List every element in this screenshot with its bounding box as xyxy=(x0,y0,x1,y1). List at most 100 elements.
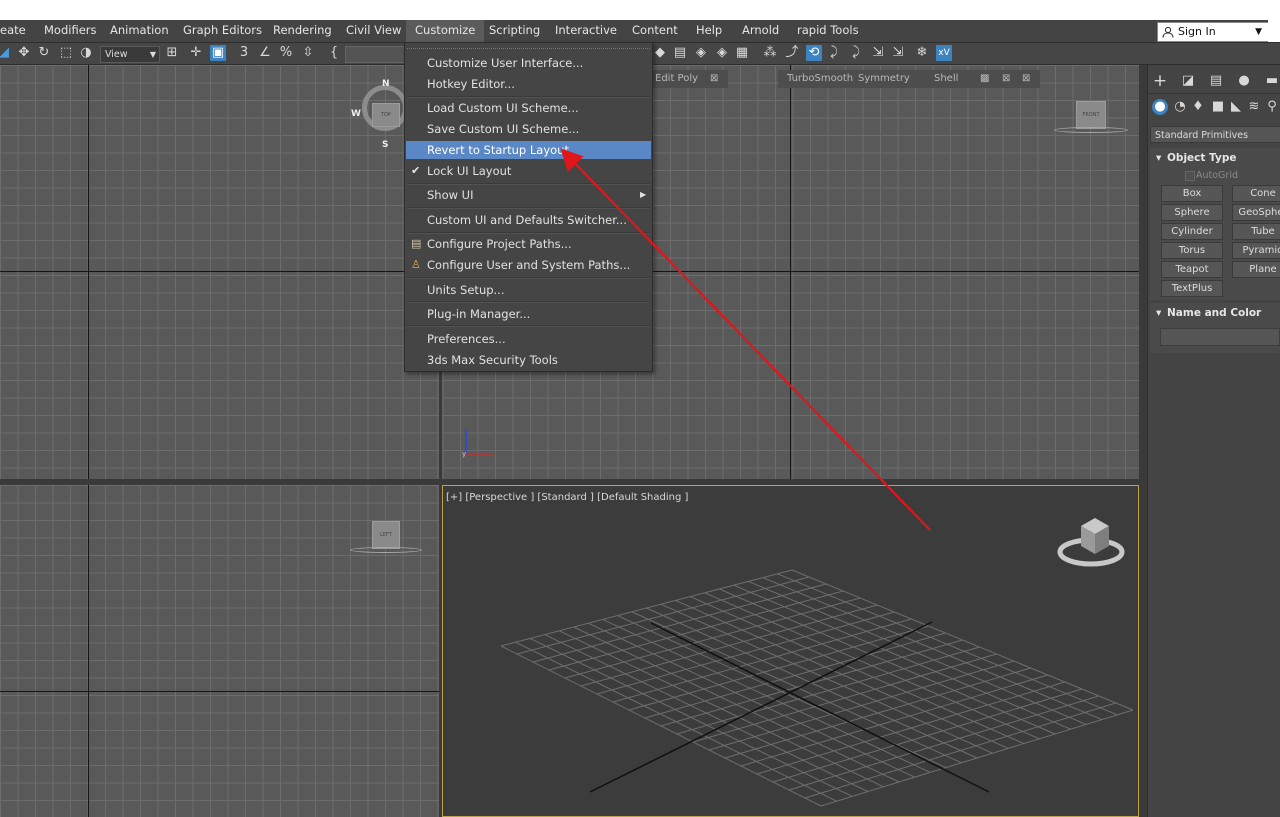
pivot-center-icon[interactable]: ⊞ xyxy=(164,45,180,61)
select-icon[interactable]: ◢ xyxy=(0,45,12,61)
name-color-title[interactable]: Name and Color xyxy=(1167,307,1261,319)
viewcube[interactable]: LEFT xyxy=(372,521,400,549)
curve-tool-icon[interactable]: ⤴ xyxy=(784,45,800,61)
placement-icon[interactable]: ◑ xyxy=(78,45,94,61)
active-tool-icon[interactable]: ⟲ xyxy=(806,45,822,61)
render-setup-icon[interactable]: ◆ xyxy=(652,45,668,61)
viewport-perspective[interactable]: [+] [Perspective ] [Standard ] [Default … xyxy=(442,485,1139,817)
textplus-button[interactable]: TextPlus xyxy=(1161,280,1223,297)
named-selection-set-field[interactable] xyxy=(345,46,405,63)
modifier-turbosmooth[interactable]: TurboSmooth xyxy=(787,73,853,84)
lights-icon[interactable]: ♦ xyxy=(1190,99,1206,115)
motion-tab-icon[interactable]: ● xyxy=(1236,73,1252,89)
display-tab-icon[interactable]: ▬ xyxy=(1264,73,1280,89)
modifier-icon[interactable]: ⊠ xyxy=(710,73,718,84)
box-button[interactable]: Box xyxy=(1161,185,1223,202)
snaps-toggle-icon[interactable]: 3 xyxy=(236,45,252,61)
select-manipulate-icon[interactable]: ✛ xyxy=(188,45,204,61)
menu-scripting[interactable]: Scripting xyxy=(489,20,540,42)
cone-button[interactable]: Cone xyxy=(1232,185,1280,202)
spacewarps-icon[interactable]: ≋ xyxy=(1246,99,1262,115)
menu-item-show-ui[interactable]: Show UI xyxy=(427,188,474,202)
menu-customize[interactable]: Customize xyxy=(406,20,485,42)
menu-item-plugin-manager[interactable]: Plug-in Manager... xyxy=(427,307,530,321)
checker-icon[interactable]: ▩ xyxy=(980,73,989,84)
menu-rendering[interactable]: Rendering xyxy=(273,20,332,42)
tool-a-icon[interactable]: ⤸ xyxy=(826,45,842,61)
modify-tab-icon[interactable]: ◪ xyxy=(1180,73,1196,89)
tube-button[interactable]: Tube xyxy=(1232,223,1280,240)
tool-e-icon[interactable]: ❄ xyxy=(914,45,930,61)
reference-coordinate-dropdown[interactable]: View ▼ xyxy=(100,46,160,63)
helpers-icon[interactable]: ◣ xyxy=(1228,99,1244,115)
scale-icon[interactable]: ⬚ xyxy=(58,45,74,61)
systems-icon[interactable]: ⚲ xyxy=(1264,99,1280,115)
modifier-shell[interactable]: Shell xyxy=(934,73,958,84)
menu-graph-editors[interactable]: Graph Editors xyxy=(183,20,262,42)
grid-icon[interactable]: ▦ xyxy=(734,45,750,61)
viewcube[interactable]: FRONT xyxy=(1076,101,1106,129)
modifier-symmetry[interactable]: Symmetry xyxy=(858,73,910,84)
menu-content[interactable]: Content xyxy=(632,20,678,42)
tool-c-icon[interactable]: ⇲ xyxy=(870,45,886,61)
rollout-toggle-icon[interactable]: ▾ xyxy=(1156,307,1161,319)
move-icon[interactable]: ✥ xyxy=(16,45,32,61)
menu-item-user-system-paths[interactable]: Configure User and System Paths... xyxy=(427,258,630,272)
menu-arnold[interactable]: Arnold xyxy=(742,20,779,42)
menu-item-revert-startup-layout[interactable]: Revert to Startup Layout xyxy=(427,143,569,157)
angle-snap-icon[interactable]: ∠ xyxy=(257,45,273,61)
menu-item-save-ui-scheme[interactable]: Save Custom UI Scheme... xyxy=(427,122,579,136)
tool-d-icon[interactable]: ⇲ xyxy=(890,45,906,61)
menu-item-lock-ui-layout[interactable]: Lock UI Layout xyxy=(427,164,511,178)
viewcube[interactable] xyxy=(1055,514,1127,574)
menu-item-security-tools[interactable]: 3ds Max Security Tools xyxy=(427,353,558,367)
shapes-icon[interactable]: ◔ xyxy=(1172,99,1188,115)
modifier-edit-poly[interactable]: Edit Poly xyxy=(655,73,698,84)
autogrid-checkbox[interactable] xyxy=(1185,171,1195,181)
sign-in-dropdown[interactable]: Sign In ▼ xyxy=(1157,22,1269,42)
hierarchy-tab-icon[interactable]: ▤ xyxy=(1208,73,1224,89)
menu-civil-view[interactable]: Civil View xyxy=(346,20,401,42)
menu-item-ui-defaults-switcher[interactable]: Custom UI and Defaults Switcher... xyxy=(427,213,627,227)
rendered-frame-icon[interactable]: ▤ xyxy=(672,45,688,61)
menu-item-project-paths[interactable]: Configure Project Paths... xyxy=(427,237,572,251)
viewport-top[interactable]: TOP N W S xyxy=(0,65,439,479)
cylinder-button[interactable]: Cylinder xyxy=(1161,223,1223,240)
modifier-icon-c[interactable]: ⊠ xyxy=(1022,73,1030,84)
viewcube[interactable]: TOP xyxy=(372,103,400,127)
menu-create[interactable]: eate xyxy=(0,20,26,42)
menu-item-preferences[interactable]: Preferences... xyxy=(427,332,506,346)
object-name-field[interactable] xyxy=(1160,328,1280,346)
menu-help[interactable]: Help xyxy=(696,20,722,42)
geometry-icon[interactable]: ● xyxy=(1152,99,1168,115)
menu-item-hotkey-editor[interactable]: Hotkey Editor... xyxy=(427,77,515,91)
pyramid-button[interactable]: Pyramid xyxy=(1232,242,1280,259)
menu-item-load-ui-scheme[interactable]: Load Custom UI Scheme... xyxy=(427,101,579,115)
menu-item-customize-ui[interactable]: Customize User Interface... xyxy=(427,56,583,70)
named-selection-icon[interactable]: { xyxy=(326,45,342,61)
rollout-toggle-icon[interactable]: ▾ xyxy=(1156,152,1161,164)
teapot-button[interactable]: Teapot xyxy=(1161,261,1223,278)
create-tab-icon[interactable]: + xyxy=(1152,73,1168,90)
menu-modifiers[interactable]: Modifiers xyxy=(44,20,97,42)
menu-interactive[interactable]: Interactive xyxy=(555,20,617,42)
torus-button[interactable]: Torus xyxy=(1161,242,1223,259)
menu-rapid-tools[interactable]: rapid Tools xyxy=(797,20,859,42)
sphere-button[interactable]: Sphere xyxy=(1161,204,1223,221)
tear-off-line[interactable] xyxy=(407,44,650,49)
viewport-left[interactable]: LEFT xyxy=(0,485,439,817)
tool-b-icon[interactable]: ⤸ xyxy=(848,45,864,61)
category-dropdown[interactable]: Standard Primitives xyxy=(1150,126,1280,143)
rotate-icon[interactable]: ↻ xyxy=(36,45,52,61)
spinner-snap-icon[interactable]: ⇳ xyxy=(300,45,316,61)
object-type-title[interactable]: Object Type xyxy=(1167,152,1236,164)
keyboard-shortcut-override-icon[interactable]: ▣ xyxy=(210,45,226,61)
plane-button[interactable]: Plane xyxy=(1232,261,1280,278)
modifier-icon-b[interactable]: ⊠ xyxy=(1002,73,1010,84)
menu-animation[interactable]: Animation xyxy=(110,20,169,42)
render-online-icon[interactable]: ◈ xyxy=(714,45,730,61)
geosphere-button[interactable]: GeoSpher xyxy=(1232,204,1280,221)
snap-tool-icon[interactable]: ⁂ xyxy=(762,45,778,61)
xview-icon[interactable]: xV xyxy=(936,45,952,61)
cameras-icon[interactable]: ■ xyxy=(1210,99,1226,115)
